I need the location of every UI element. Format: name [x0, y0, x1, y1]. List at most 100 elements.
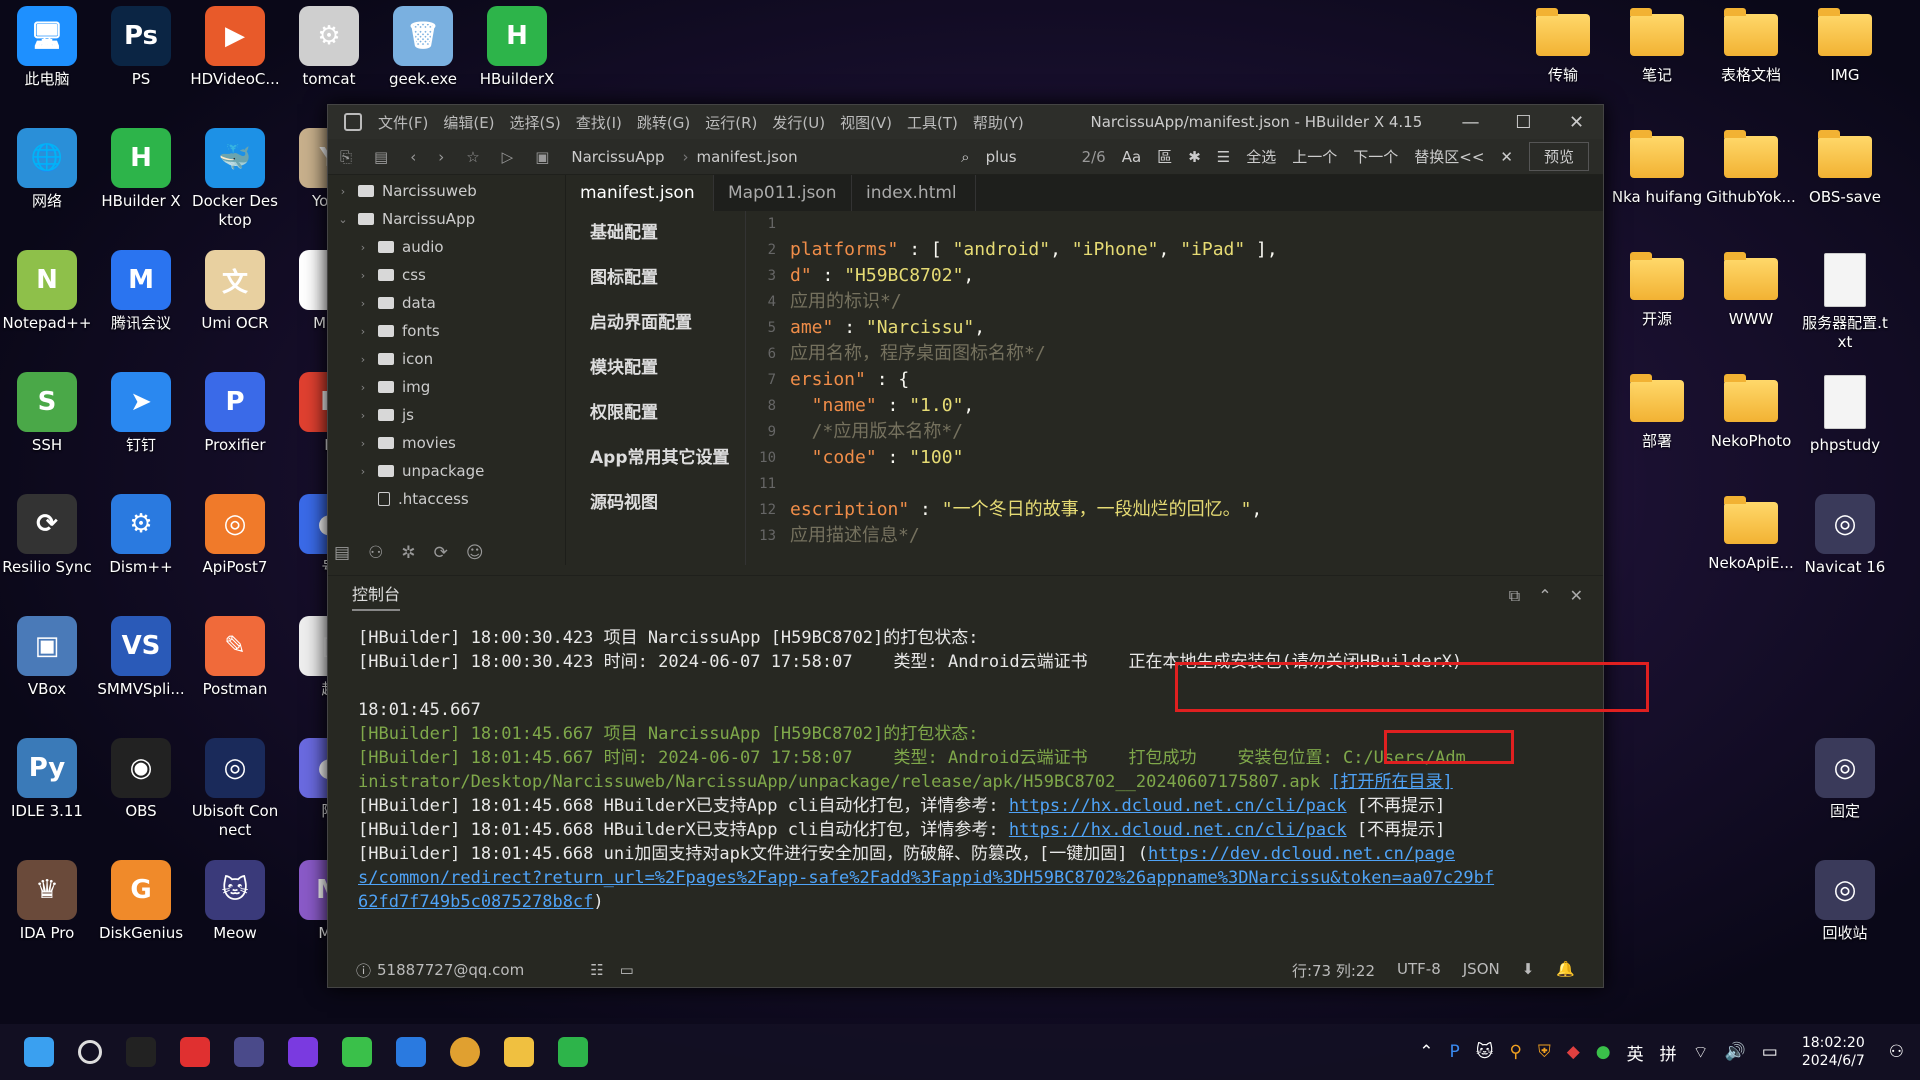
desktop-icon[interactable]: ◎ Navicat 16 [1798, 494, 1892, 577]
code-editor[interactable]: 1 2 platforms" : [ "android", "iPhone", "i… [746, 211, 1603, 565]
ime-lang[interactable]: 英 [1627, 1040, 1644, 1065]
menu-item[interactable]: 跳转(G) [637, 114, 690, 132]
hbuilderx-taskbar-icon[interactable] [558, 1037, 588, 1067]
desktop-icon[interactable]: ◎ 固定 [1798, 738, 1892, 821]
tray-app-icon[interactable]: ◆ [1567, 1042, 1580, 1062]
expand-arrow-icon[interactable]: › [356, 465, 370, 478]
desktop-icon[interactable]: ♛ IDA Pro [0, 860, 94, 943]
cursor-position[interactable]: 行:73 列:22 [1292, 960, 1375, 981]
desktop-icon[interactable]: Ps PS [94, 6, 188, 89]
wechat-icon[interactable] [342, 1037, 372, 1067]
config-menu-item[interactable]: 源码视图 [566, 481, 745, 526]
desktop-icon[interactable]: G DiskGenius [94, 860, 188, 943]
desktop-icon[interactable]: ◎ ApiPost7 [188, 494, 282, 577]
desktop-icon[interactable]: ▶ HDVideoC... [188, 6, 282, 89]
tree-item[interactable]: › fonts [328, 317, 565, 345]
expand-arrow-icon[interactable]: › [356, 353, 370, 366]
account-label[interactable]: 51887727@qq.com [377, 961, 524, 979]
config-menu-item[interactable]: 启动界面配置 [566, 301, 745, 346]
desktop-icon[interactable]: M 腾讯会议 [94, 250, 188, 333]
battery-icon[interactable]: ▭ [1762, 1042, 1778, 1062]
desktop-icon[interactable]: 表格文档 [1704, 6, 1798, 85]
new-file-icon[interactable]: ⎘ [340, 148, 352, 166]
menu-item[interactable]: 发行(U) [772, 114, 825, 132]
file-explorer-icon[interactable] [504, 1037, 534, 1067]
desktop-icon[interactable]: Nka huifang [1610, 128, 1704, 207]
desktop-icon[interactable]: 🐳 Docker Desktop [188, 128, 282, 230]
menu-lines-icon[interactable]: ☰ [1217, 148, 1230, 166]
terminal-icon[interactable]: ▭ [620, 961, 634, 979]
qq-icon[interactable] [126, 1037, 156, 1067]
config-menu-item[interactable]: 基础配置 [566, 211, 745, 256]
expand-arrow-icon[interactable]: › [356, 241, 370, 254]
desktop-icon[interactable]: N Notepad++ [0, 250, 94, 333]
menu-item[interactable]: 运行(R) [705, 114, 757, 132]
jetbrains-icon[interactable] [288, 1037, 318, 1067]
desktop-icon[interactable]: OBS-save [1798, 128, 1892, 207]
tree-item[interactable]: › js [328, 401, 565, 429]
start-icon[interactable] [24, 1037, 54, 1067]
desktop-icon[interactable]: ◎ Ubisoft Connect [188, 738, 282, 840]
desktop-icon[interactable]: ◎ 回收站 [1798, 860, 1892, 943]
debug-icon[interactable]: ✲ [401, 543, 415, 563]
menu-item[interactable]: 工具(T) [907, 114, 958, 132]
expand-arrow-icon[interactable]: › [356, 381, 370, 394]
desktop-icon[interactable]: ◉ OBS [94, 738, 188, 821]
select-all-button[interactable]: 全选 [1246, 146, 1276, 167]
tree-item[interactable]: › css [328, 261, 565, 289]
desktop-icon[interactable]: 🐱 Meow [188, 860, 282, 943]
desktop-icon[interactable]: ➤ 钉钉 [94, 372, 188, 455]
forward-icon[interactable]: › [438, 148, 444, 166]
console-link[interactable]: s/common/redirect?return_url=%2Fpages%2F… [358, 868, 1494, 888]
desktop-icon[interactable]: GithubYok... [1704, 128, 1798, 207]
tree-item[interactable]: › img [328, 373, 565, 401]
desktop-icon[interactable]: ⚙ Dism++ [94, 494, 188, 577]
tray-wechat-icon[interactable]: ● [1596, 1042, 1611, 1062]
menu-item[interactable]: 编辑(E) [443, 114, 494, 132]
desktop-icon[interactable]: P Proxifier [188, 372, 282, 455]
console-tail[interactable]: [不再提示] [1347, 796, 1445, 816]
ime-mode[interactable]: 拼 [1660, 1040, 1677, 1065]
desktop-icon[interactable]: VS SMMVSpli... [94, 616, 188, 699]
menu-item[interactable]: 文件(F) [378, 114, 428, 132]
netease-music-icon[interactable] [180, 1037, 210, 1067]
notification-icon[interactable]: ⚇ [1889, 1042, 1904, 1062]
expand-arrow-icon[interactable]: › [336, 185, 350, 198]
tray-chevron-icon[interactable]: ⌃ [1419, 1042, 1433, 1062]
search-input[interactable]: plus [986, 148, 1046, 166]
menu-item[interactable]: 帮助(Y) [973, 114, 1024, 132]
tray-cat-icon[interactable]: 🐱 [1476, 1042, 1494, 1062]
breadcrumb-project[interactable]: NarcissuApp [571, 148, 664, 166]
menu-item[interactable]: 视图(V) [840, 114, 892, 132]
menu-item[interactable]: 查找(I) [576, 114, 622, 132]
editor-tab[interactable]: manifest.json [566, 175, 714, 211]
desktop-icon[interactable]: 文 Umi OCR [188, 250, 282, 333]
collapse-icon[interactable]: ⌃ [1538, 586, 1551, 606]
replace-toggle-button[interactable]: 替换区<< [1414, 146, 1484, 167]
wifi-icon[interactable]: ⌔ [1693, 1042, 1709, 1063]
bookmark-icon[interactable]: ☆ [466, 148, 479, 166]
expand-arrow-icon[interactable]: › [356, 437, 370, 450]
next-match-button[interactable]: 下一个 [1353, 146, 1398, 167]
encoding-label[interactable]: UTF-8 [1397, 960, 1441, 981]
sync-icon[interactable]: ⟳ [434, 543, 448, 563]
whole-word-button[interactable]: 區 [1157, 146, 1172, 167]
expand-arrow-icon[interactable]: › [356, 409, 370, 422]
desktop-icon[interactable]: H HBuilder X [94, 128, 188, 211]
desktop-icon[interactable]: NekoApiE... [1704, 494, 1798, 573]
tree-item[interactable]: › icon [328, 345, 565, 373]
desktop-icon[interactable]: ▣ VBox [0, 616, 94, 699]
desktop-icon[interactable]: Py IDLE 3.11 [0, 738, 94, 821]
desktop-icon[interactable]: 笔记 [1610, 6, 1704, 85]
open-external-icon[interactable]: ⧉ [1509, 586, 1520, 606]
desktop-icon[interactable]: ⚙ tomcat [282, 6, 376, 89]
desktop-icon[interactable]: H HBuilderX [470, 6, 564, 89]
console-link[interactable]: https://hx.dcloud.net.cn/cli/pack [1009, 820, 1347, 840]
expand-arrow-icon[interactable]: ⌄ [336, 213, 350, 226]
editor-tab[interactable]: index.html [852, 175, 976, 211]
config-menu-item[interactable]: App常用其它设置 [566, 436, 745, 481]
desktop-icon[interactable]: 传输 [1516, 6, 1610, 85]
cat-app-icon[interactable] [234, 1037, 264, 1067]
desktop-icon[interactable]: 🗑 geek.exe [376, 6, 470, 89]
tray-shield-icon[interactable]: ⛨ [1538, 1042, 1551, 1062]
